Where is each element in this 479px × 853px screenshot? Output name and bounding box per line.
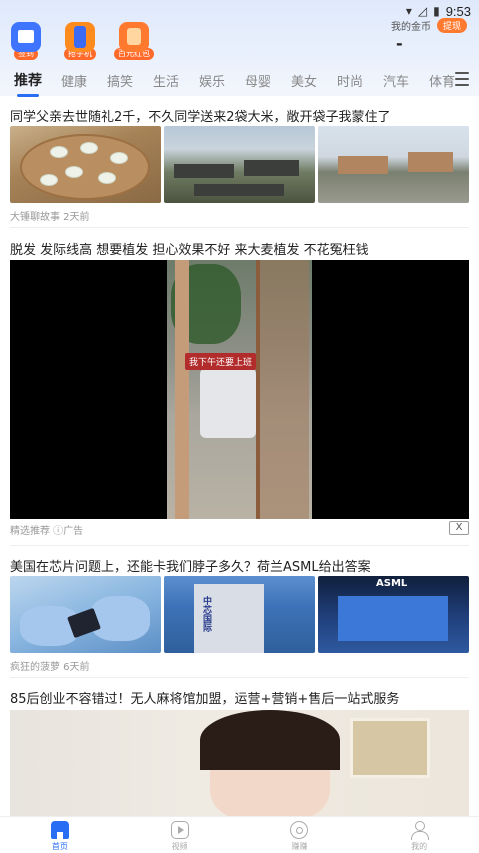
- nav-label: 首页: [51, 842, 68, 851]
- thumbnail-text: 中芯国际: [201, 596, 211, 632]
- close-ad-button[interactable]: X: [449, 521, 469, 535]
- tab-entertainment[interactable]: 娱乐: [194, 71, 230, 90]
- article-thumbnail[interactable]: ASML: [318, 576, 469, 653]
- bottom-navigation: 首页 视频 赚赚 我的: [0, 816, 479, 853]
- quick-actions: 签到 抢手机 百元红包: [8, 22, 154, 60]
- ad-meta-row: 精选推荐 ⓘ广告 X: [10, 521, 469, 537]
- article-thumbnail[interactable]: [318, 126, 469, 203]
- tab-cars[interactable]: 汽车: [378, 71, 414, 90]
- checkin-button[interactable]: 签到: [8, 22, 44, 60]
- nav-earn[interactable]: 赚赚: [240, 817, 360, 853]
- tab-life[interactable]: 生活: [148, 71, 184, 90]
- article-title[interactable]: 脱发 发际线高 想要植发 担心效果不好 来大麦植发 不花冤枉钱: [10, 239, 369, 258]
- ad-label: 精选推荐 ⓘ广告: [10, 526, 84, 537]
- article-thumbnail[interactable]: [10, 710, 469, 816]
- news-feed: 同学父亲去世随礼2千，不久同学送来2袋大米，敞开袋子我蒙住了 大锤聊故事 2天前…: [0, 96, 479, 816]
- battery-icon: ▮: [433, 4, 440, 18]
- tab-parenting[interactable]: 母婴: [240, 71, 276, 90]
- nav-profile[interactable]: 我的: [359, 817, 479, 853]
- nav-label: 赚赚: [291, 842, 308, 851]
- video-player[interactable]: 我下午还要上班: [10, 260, 469, 519]
- category-tabs: 推荐 健康 搞笑 生活 娱乐 母婴 美女 时尚 汽车 体育: [0, 64, 479, 97]
- tab-health[interactable]: 健康: [56, 71, 92, 90]
- red-packet-icon: [119, 22, 149, 52]
- article-thumbnail[interactable]: [164, 126, 315, 203]
- red-packet-button[interactable]: 百元红包: [114, 22, 154, 60]
- article-meta: 大锤聊故事 2天前: [10, 212, 90, 223]
- coins-label[interactable]: 我的金币: [391, 18, 431, 33]
- calendar-icon: [11, 22, 41, 52]
- feed-item-ad[interactable]: 脱发 发际线高 想要植发 担心效果不好 来大麦植发 不花冤枉钱 我下午还要上班 …: [0, 228, 479, 546]
- article-title[interactable]: 85后创业不容错过！无人麻将馆加盟，运营+营销+售后一站式服务: [10, 688, 399, 707]
- article-thumbnail[interactable]: [10, 576, 161, 653]
- article-thumbnail[interactable]: 中芯国际: [164, 576, 315, 653]
- article-title[interactable]: 美国在芯片问题上，还能卡我们脖子多久？荷兰ASML给出答案: [10, 556, 371, 575]
- video-caption: 我下午还要上班: [185, 353, 257, 370]
- nav-video[interactable]: 视频: [120, 817, 240, 853]
- article-meta: 疯狂的菠萝 6天前: [10, 662, 90, 673]
- feed-item[interactable]: 同学父亲去世随礼2千，不久同学送来2袋大米，敞开袋子我蒙住了 大锤聊故事 2天前: [0, 96, 479, 228]
- feed-item[interactable]: 美国在芯片问题上，还能卡我们脖子多久？荷兰ASML给出答案 中芯国际 ASML …: [0, 546, 479, 678]
- earn-icon: [290, 821, 309, 839]
- tab-beauty[interactable]: 美女: [286, 71, 322, 90]
- app-header: ▾ ◿ ▮ 9:53 签到 抢手机 百元红包 我的金币 提现 - 推荐 健康 搞…: [0, 0, 479, 97]
- profile-icon: [410, 821, 430, 840]
- nav-label: 我的: [411, 842, 428, 851]
- article-thumbnail[interactable]: [10, 126, 161, 203]
- withdraw-button[interactable]: 提现: [436, 18, 467, 33]
- feed-item[interactable]: 85后创业不容错过！无人麻将馆加盟，运营+营销+售后一站式服务: [0, 678, 479, 816]
- thumbnail-text: ASML: [376, 578, 408, 589]
- tab-fashion[interactable]: 时尚: [332, 71, 368, 90]
- menu-icon[interactable]: [455, 72, 469, 86]
- nav-label: 视频: [171, 842, 188, 851]
- no-signal-icon: ◿: [417, 4, 428, 18]
- phone-icon: [65, 22, 95, 52]
- tab-recommend[interactable]: 推荐: [10, 70, 46, 97]
- tab-funny[interactable]: 搞笑: [102, 71, 138, 90]
- wifi-icon: ▾: [405, 4, 412, 18]
- coins-value: -: [396, 34, 403, 53]
- video-frame: [167, 260, 312, 519]
- home-icon: [50, 821, 69, 839]
- grab-phone-button[interactable]: 抢手机: [62, 22, 98, 60]
- nav-home[interactable]: 首页: [0, 817, 120, 853]
- article-title[interactable]: 同学父亲去世随礼2千，不久同学送来2袋大米，敞开袋子我蒙住了: [10, 106, 391, 125]
- coins-area: 我的金币 提现: [391, 18, 467, 33]
- video-icon: [170, 821, 189, 839]
- status-time: 9:53: [445, 3, 471, 19]
